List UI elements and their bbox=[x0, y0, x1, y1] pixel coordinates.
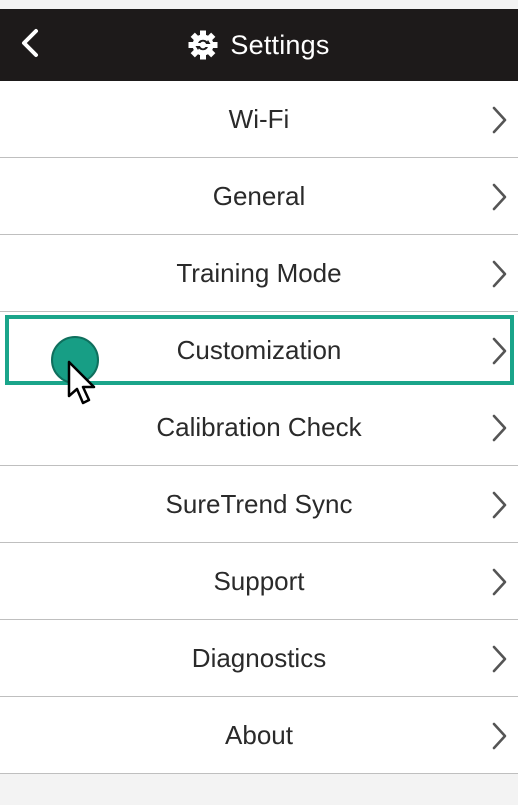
menu-item-diagnostics[interactable]: Diagnostics bbox=[0, 620, 518, 697]
header-title-group: Settings bbox=[0, 9, 518, 81]
menu-item-label: About bbox=[225, 720, 293, 750]
gear-icon bbox=[188, 30, 218, 60]
chevron-right-icon bbox=[492, 183, 507, 211]
back-button[interactable] bbox=[14, 25, 50, 61]
chevron-right-icon bbox=[492, 414, 507, 442]
menu-item-label: SureTrend Sync bbox=[165, 489, 353, 519]
chevron-right-icon bbox=[492, 645, 507, 673]
chevron-right-icon bbox=[492, 568, 507, 596]
menu-item-general[interactable]: General bbox=[0, 158, 518, 235]
menu-item-label: Customization bbox=[176, 335, 342, 365]
menu-item-label: Support bbox=[213, 566, 305, 596]
chevron-right-icon bbox=[492, 337, 507, 365]
menu-item-label: General bbox=[212, 181, 306, 211]
menu-item-about[interactable]: About bbox=[0, 697, 518, 774]
chevron-right-icon bbox=[492, 491, 507, 519]
menu-item-training-mode[interactable]: Training Mode bbox=[0, 235, 518, 312]
menu-item-label: Training Mode bbox=[176, 258, 342, 288]
menu-item-customization[interactable]: Customization bbox=[0, 312, 518, 389]
settings-screen: Settings Wi-Fi General Training Mode Cus… bbox=[0, 0, 518, 805]
menu-item-label: Wi-Fi bbox=[228, 104, 290, 134]
app-header: Settings bbox=[0, 9, 518, 81]
page-title: Settings bbox=[230, 29, 330, 60]
menu-item-label: Diagnostics bbox=[191, 643, 327, 673]
menu-item-suretrend-sync[interactable]: SureTrend Sync bbox=[0, 466, 518, 543]
chevron-right-icon bbox=[492, 260, 507, 288]
menu-item-support[interactable]: Support bbox=[0, 543, 518, 620]
menu-item-calibration-check[interactable]: Calibration Check bbox=[0, 389, 518, 466]
chevron-right-icon bbox=[492, 106, 507, 134]
menu-item-label: Calibration Check bbox=[156, 412, 362, 442]
chevron-left-icon bbox=[22, 29, 38, 57]
settings-menu: Wi-Fi General Training Mode Customizatio… bbox=[0, 81, 518, 774]
chevron-right-icon bbox=[492, 722, 507, 750]
menu-item-wifi[interactable]: Wi-Fi bbox=[0, 81, 518, 158]
